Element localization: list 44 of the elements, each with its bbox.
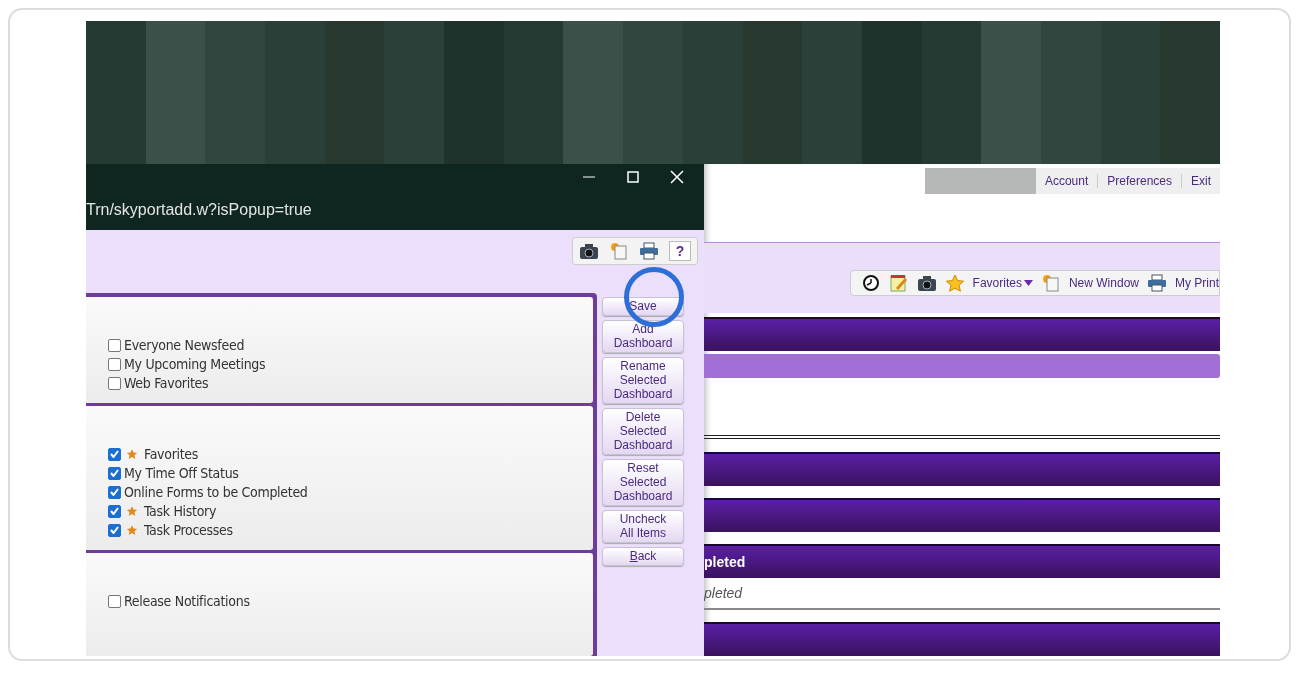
close-icon[interactable] [670, 169, 684, 184]
toolbar-link[interactable]: Favorites [972, 276, 1033, 290]
item-label: My Time Off Status [124, 465, 239, 481]
action-button[interactable]: Delete Selected Dashboard [602, 408, 684, 455]
star-icon[interactable] [944, 274, 965, 292]
url-text: Trn/skyportadd.w?isPopup=true [86, 200, 312, 219]
checkbox[interactable] [108, 376, 121, 390]
maximize-icon[interactable] [626, 169, 640, 184]
item-label: Task Processes [144, 522, 233, 538]
row-text: pleted [704, 585, 743, 601]
action-button[interactable]: Uncheck All Items [602, 510, 684, 543]
item-label: Favorites [144, 446, 199, 462]
checkbox[interactable] [108, 466, 121, 480]
action-button[interactable]: Add Dashboard [602, 320, 684, 353]
toolbar-link[interactable]: New Window [1068, 276, 1139, 290]
section-title: pleted [704, 554, 746, 570]
checkbox[interactable] [108, 338, 121, 352]
item-label: Web Favorites [124, 375, 209, 391]
item-label: Release Notifications [124, 593, 250, 609]
item-label: Everyone Newsfeed [124, 337, 245, 353]
checkbox[interactable] [108, 447, 121, 461]
checkbox[interactable] [108, 485, 121, 499]
item-label: Online Forms to be Completed [124, 484, 308, 500]
camera-icon[interactable] [916, 274, 937, 292]
item-label: Task History [144, 503, 217, 519]
item-label: My Upcoming Meetings [124, 356, 266, 372]
print-icon[interactable] [1147, 274, 1167, 292]
action-button[interactable]: Rename Selected Dashboard [602, 357, 684, 404]
action-button[interactable]: Back [602, 547, 684, 566]
print-icon[interactable] [639, 242, 659, 260]
checkbox[interactable] [108, 523, 121, 537]
account-link[interactable]: Exit [1181, 174, 1220, 188]
checkbox[interactable] [108, 594, 121, 608]
account-link[interactable]: Account [1035, 174, 1098, 188]
new-window-icon[interactable] [609, 242, 629, 260]
camera-icon[interactable] [579, 242, 599, 260]
notepad-icon[interactable] [888, 274, 909, 292]
checkbox[interactable] [108, 357, 121, 371]
clock-icon[interactable] [860, 274, 881, 292]
toolbar-link[interactable]: My Print [1175, 276, 1219, 290]
help-button[interactable]: ? [669, 241, 691, 261]
action-button[interactable]: Reset Selected Dashboard [602, 459, 684, 506]
account-link[interactable]: Preferences [1097, 174, 1181, 188]
checkbox[interactable] [108, 504, 121, 518]
